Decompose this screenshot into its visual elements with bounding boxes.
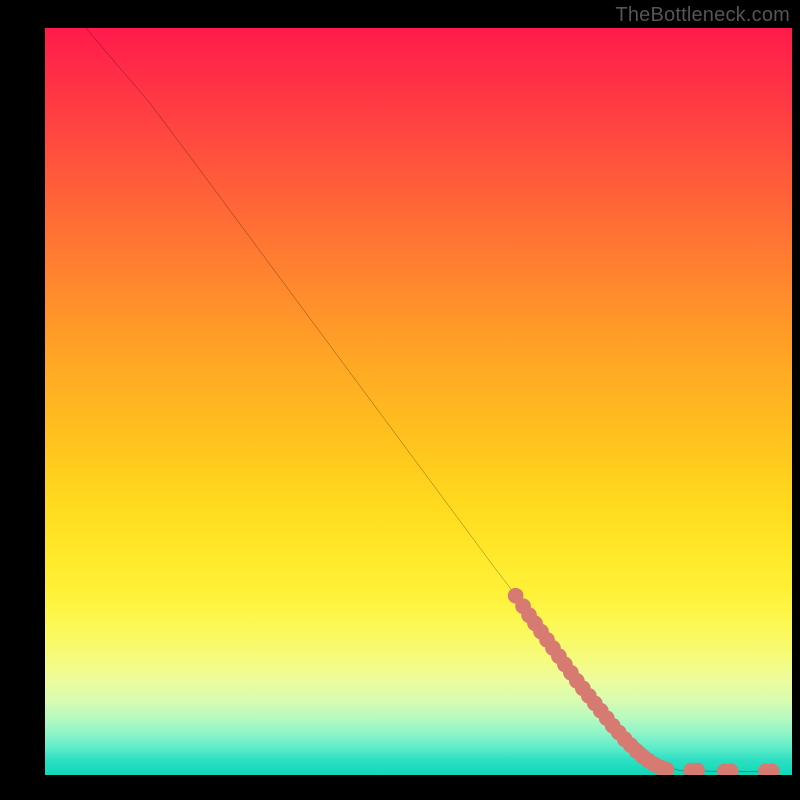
chart-curve [86,28,777,771]
chart-svg [45,28,792,775]
watermark-text: TheBottleneck.com [615,4,790,27]
chart-plot-area [45,28,792,775]
chart-dots [508,588,780,775]
